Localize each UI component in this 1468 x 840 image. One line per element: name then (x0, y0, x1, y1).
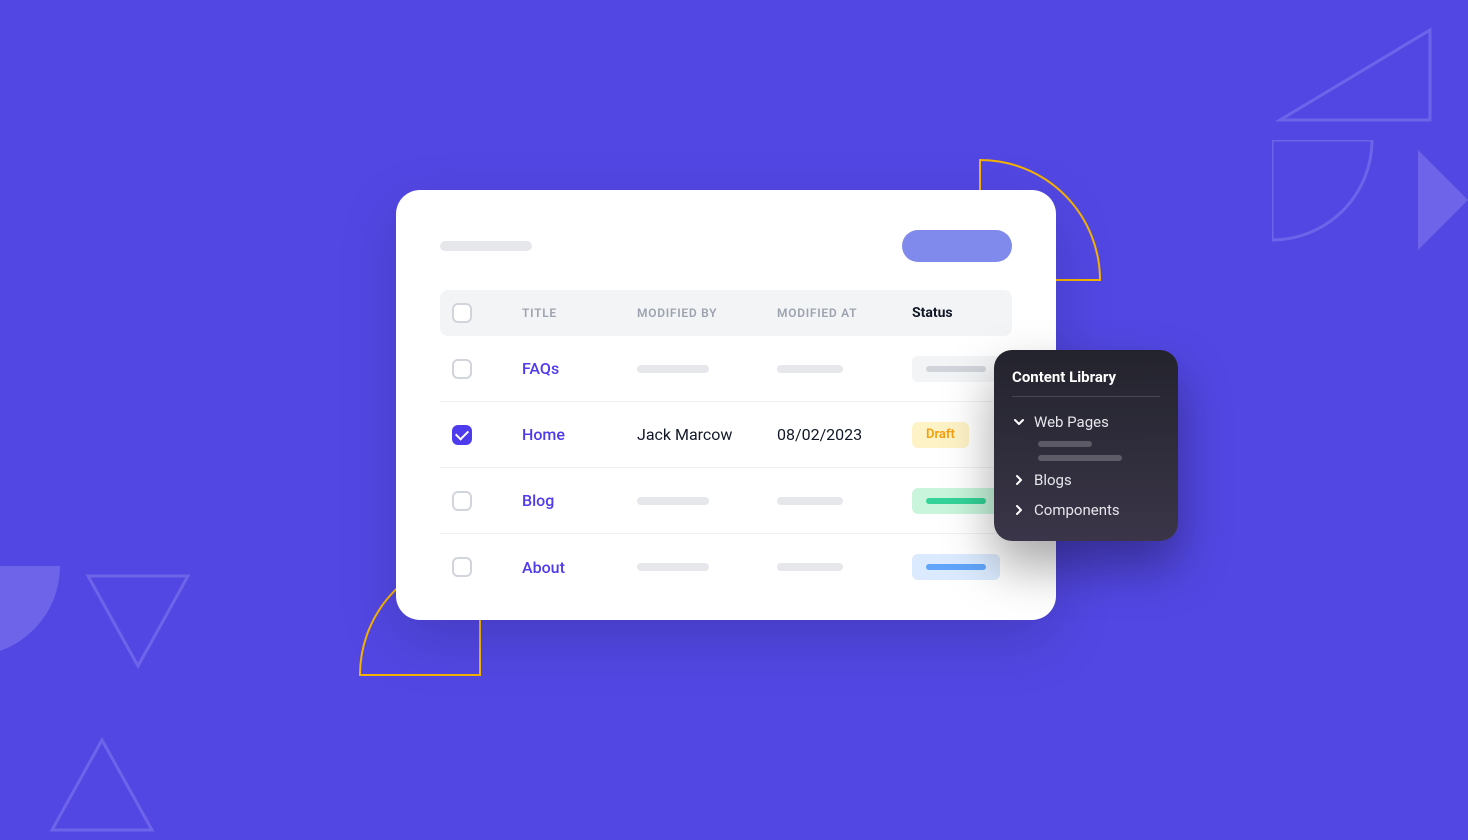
row-checkbox[interactable] (452, 557, 472, 577)
row-modified-at-placeholder (777, 365, 843, 373)
content-library-panel: Content Library Web Pages Blogs Components (994, 350, 1178, 541)
library-tree-item[interactable]: Web Pages (1012, 407, 1160, 437)
row-modified-at-placeholder (777, 563, 843, 571)
content-table: TITLE MODIFIED BY MODIFIED AT Status FAQ… (440, 290, 1012, 600)
row-checkbox[interactable] (452, 359, 472, 379)
header-title-placeholder (440, 241, 532, 251)
library-tree-item-label: Blogs (1034, 471, 1072, 489)
library-tree-item-label: Components (1034, 501, 1120, 519)
table-row[interactable]: Blog (440, 468, 1012, 534)
chevron-right-icon (1012, 503, 1026, 517)
row-modified-by-placeholder (637, 563, 709, 571)
row-modified-at-placeholder (777, 497, 843, 505)
chevron-down-icon (1012, 415, 1026, 429)
table-header-row: TITLE MODIFIED BY MODIFIED AT Status (440, 290, 1012, 336)
content-table-card: TITLE MODIFIED BY MODIFIED AT Status FAQ… (396, 190, 1056, 620)
select-all-checkbox[interactable] (452, 303, 472, 323)
chevron-right-icon (1012, 473, 1026, 487)
table-row[interactable]: HomeJack Marcow08/02/2023Draft (440, 402, 1012, 468)
row-modified-at: 08/02/2023 (777, 425, 912, 444)
row-modified-by: Jack Marcow (637, 425, 777, 444)
row-checkbox[interactable] (452, 425, 472, 445)
column-header-modified-by[interactable]: MODIFIED BY (637, 306, 777, 320)
column-header-modified-at[interactable]: MODIFIED AT (777, 306, 912, 320)
status-badge (912, 356, 1000, 382)
column-header-status[interactable]: Status (912, 305, 1000, 321)
card-header (440, 230, 1012, 262)
row-title-link[interactable]: About (522, 558, 637, 577)
row-modified-by-placeholder (637, 497, 709, 505)
primary-action-button[interactable] (902, 230, 1012, 262)
library-tree-item-label: Web Pages (1034, 413, 1109, 431)
status-badge (912, 488, 1000, 514)
library-tree-item[interactable]: Blogs (1012, 465, 1160, 495)
row-title-link[interactable]: Home (522, 425, 637, 444)
table-row[interactable]: FAQs (440, 336, 1012, 402)
status-badge (912, 554, 1000, 580)
row-title-link[interactable]: FAQs (522, 359, 637, 378)
column-header-title[interactable]: TITLE (522, 306, 637, 320)
row-title-link[interactable]: Blog (522, 491, 637, 510)
row-modified-by-placeholder (637, 365, 709, 373)
library-tree-item[interactable]: Components (1012, 495, 1160, 525)
library-tree-subitem-placeholder[interactable] (1012, 437, 1160, 451)
library-tree-subitem-placeholder[interactable] (1012, 451, 1160, 465)
table-row[interactable]: About (440, 534, 1012, 600)
row-checkbox[interactable] (452, 491, 472, 511)
panel-title: Content Library (1012, 368, 1160, 397)
status-badge: Draft (912, 422, 969, 448)
